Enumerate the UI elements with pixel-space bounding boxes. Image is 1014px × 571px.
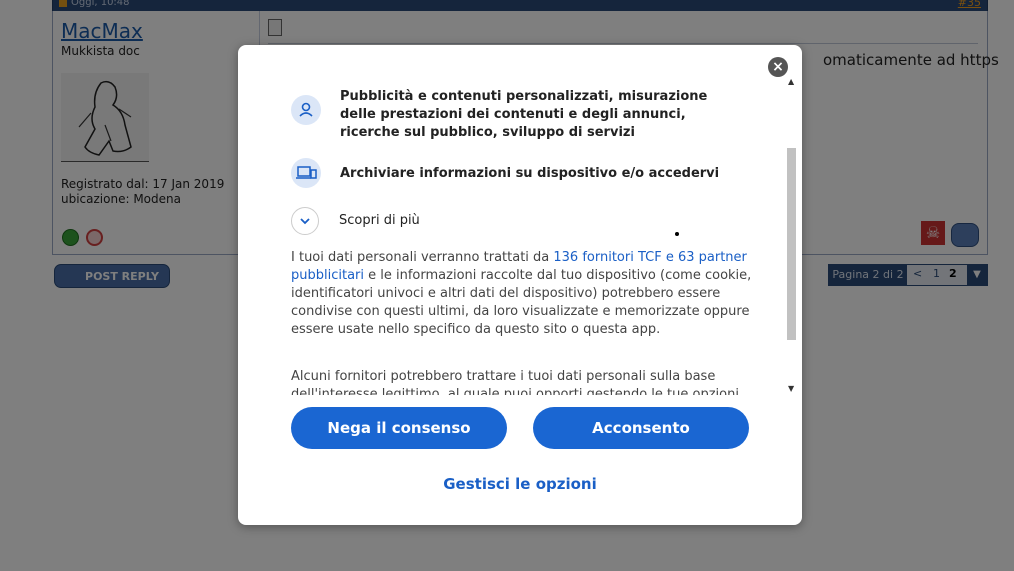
cursor-dot: [675, 232, 679, 236]
accept-consent-button[interactable]: Acconsento: [533, 407, 749, 449]
scroll-up-icon[interactable]: ▲: [788, 77, 794, 86]
consent-scroll-area[interactable]: Pubblicità e contenuti personalizzati, m…: [238, 45, 798, 395]
description-text: I tuoi dati personali verranno trattati …: [291, 250, 554, 265]
consent-dialog: Pubblicità e contenuti personalizzati, m…: [238, 45, 802, 525]
person-icon: [291, 95, 321, 125]
legitimate-interest-text: Alcuni fornitori potrebbero trattare i t…: [291, 369, 739, 395]
purpose-label: Archiviare informazioni su dispositivo e…: [340, 166, 720, 181]
purpose-label: Pubblicità e contenuti personalizzati, m…: [340, 89, 708, 140]
purpose-device-storage: Archiviare informazioni su dispositivo e…: [291, 158, 731, 190]
deny-consent-button[interactable]: Nega il consenso: [291, 407, 507, 449]
scrollbar[interactable]: ▲ ▼: [785, 75, 798, 395]
device-icon: [291, 158, 321, 188]
scrollbar-thumb[interactable]: [787, 148, 796, 340]
scroll-down-icon[interactable]: ▼: [788, 384, 794, 393]
learn-more-label: Scopri di più: [339, 213, 420, 228]
chevron-down-icon[interactable]: [291, 207, 319, 235]
consent-description: I tuoi dati personali verranno trattati …: [291, 249, 756, 339]
purpose-personalized-ads: Pubblicità e contenuti personalizzati, m…: [291, 89, 731, 155]
manage-options-link[interactable]: Gestisci le opzioni: [238, 475, 802, 493]
learn-more-toggle[interactable]: Scopri di più: [291, 207, 731, 237]
close-button[interactable]: ×: [768, 57, 788, 77]
